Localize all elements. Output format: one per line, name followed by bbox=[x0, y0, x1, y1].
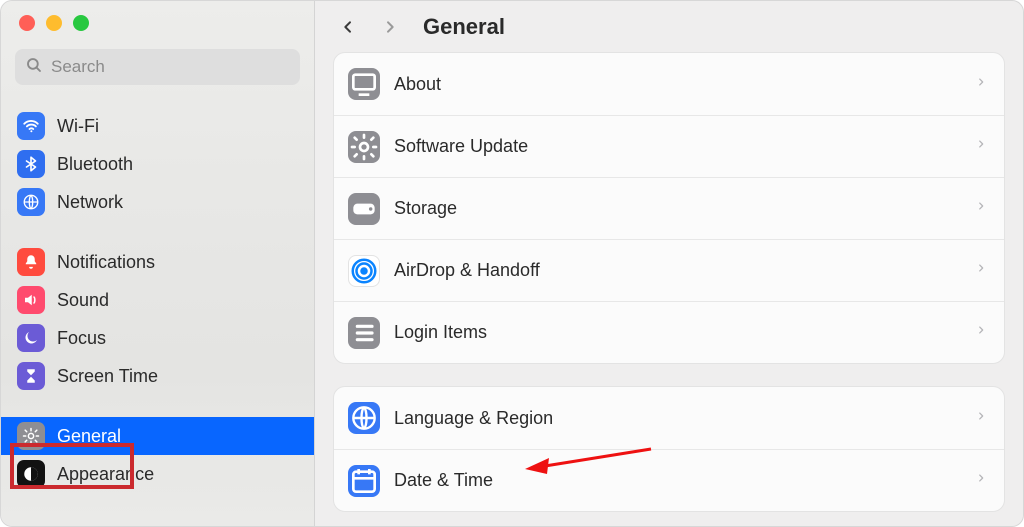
row-label: AirDrop & Handoff bbox=[394, 260, 962, 281]
sidebar-item-label: Bluetooth bbox=[57, 154, 133, 175]
sidebar-item-screentime[interactable]: Screen Time bbox=[1, 357, 314, 395]
sidebar-item-general[interactable]: General bbox=[1, 417, 314, 455]
search-icon bbox=[25, 56, 43, 79]
row-label: Software Update bbox=[394, 136, 962, 157]
calendar-icon bbox=[348, 465, 380, 497]
sidebar-item-network[interactable]: Network bbox=[1, 183, 314, 221]
row-software-update[interactable]: Software Update bbox=[334, 115, 1004, 177]
contrast-icon bbox=[17, 460, 45, 488]
bluetooth-icon bbox=[17, 150, 45, 178]
row-label: Language & Region bbox=[394, 408, 962, 429]
back-button[interactable] bbox=[333, 7, 363, 47]
sidebar-item-bluetooth[interactable]: Bluetooth bbox=[1, 145, 314, 183]
row-storage[interactable]: Storage bbox=[334, 177, 1004, 239]
sidebar-group-attention: Notifications Sound Focus bbox=[1, 237, 314, 411]
wifi-icon bbox=[17, 112, 45, 140]
gear-icon bbox=[17, 422, 45, 450]
main-header: General bbox=[315, 1, 1023, 52]
disk-icon bbox=[348, 193, 380, 225]
sidebar-item-label: Screen Time bbox=[57, 366, 158, 387]
zoom-button[interactable] bbox=[73, 15, 89, 31]
globe-icon bbox=[348, 402, 380, 434]
row-language-region[interactable]: Language & Region bbox=[334, 387, 1004, 449]
sidebar-item-sound[interactable]: Sound bbox=[1, 281, 314, 319]
sidebar-item-label: Appearance bbox=[57, 464, 154, 485]
sidebar-group-system: General Appearance bbox=[1, 411, 314, 493]
row-label: Login Items bbox=[394, 322, 962, 343]
search-wrap bbox=[1, 31, 314, 95]
hourglass-icon bbox=[17, 362, 45, 390]
row-label: About bbox=[394, 74, 962, 95]
sidebar-item-label: Wi-Fi bbox=[57, 116, 99, 137]
chevron-right-icon bbox=[976, 408, 986, 429]
settings-card-1: About Software Update Storage bbox=[333, 52, 1005, 364]
globe-icon bbox=[17, 188, 45, 216]
moon-icon bbox=[17, 324, 45, 352]
sidebar-item-appearance[interactable]: Appearance bbox=[1, 455, 314, 493]
sidebar-item-wifi[interactable]: Wi-Fi bbox=[1, 107, 314, 145]
sidebar-item-label: Focus bbox=[57, 328, 106, 349]
airdrop-icon bbox=[348, 255, 380, 287]
main-panel: General About Software Update bbox=[315, 1, 1023, 526]
sidebar-list: Wi-Fi Bluetooth Network bbox=[1, 95, 314, 493]
chevron-right-icon bbox=[976, 198, 986, 219]
chevron-right-icon bbox=[976, 74, 986, 95]
chevron-right-icon bbox=[976, 470, 986, 491]
search-input[interactable] bbox=[51, 57, 290, 77]
sidebar: Wi-Fi Bluetooth Network bbox=[1, 1, 315, 526]
bell-icon bbox=[17, 248, 45, 276]
chevron-right-icon bbox=[976, 136, 986, 157]
row-label: Storage bbox=[394, 198, 962, 219]
content-area: About Software Update Storage bbox=[315, 52, 1023, 526]
row-about[interactable]: About bbox=[334, 53, 1004, 115]
gear-icon bbox=[348, 131, 380, 163]
settings-card-2: Language & Region Date & Time bbox=[333, 386, 1005, 512]
sidebar-item-label: Network bbox=[57, 192, 123, 213]
close-button[interactable] bbox=[19, 15, 35, 31]
sidebar-item-label: Notifications bbox=[57, 252, 155, 273]
row-date-time[interactable]: Date & Time bbox=[334, 449, 1004, 511]
sidebar-item-notifications[interactable]: Notifications bbox=[1, 243, 314, 281]
speaker-icon bbox=[17, 286, 45, 314]
settings-window: Wi-Fi Bluetooth Network bbox=[0, 0, 1024, 527]
window-controls bbox=[1, 1, 314, 31]
forward-button[interactable] bbox=[375, 7, 405, 47]
sidebar-item-focus[interactable]: Focus bbox=[1, 319, 314, 357]
minimize-button[interactable] bbox=[46, 15, 62, 31]
sidebar-item-label: Sound bbox=[57, 290, 109, 311]
row-label: Date & Time bbox=[394, 470, 962, 491]
sidebar-item-label: General bbox=[57, 426, 121, 447]
chevron-right-icon bbox=[976, 322, 986, 343]
list-icon bbox=[348, 317, 380, 349]
search-field[interactable] bbox=[15, 49, 300, 85]
row-airdrop-handoff[interactable]: AirDrop & Handoff bbox=[334, 239, 1004, 301]
chevron-right-icon bbox=[976, 260, 986, 281]
display-icon bbox=[348, 68, 380, 100]
page-title: General bbox=[423, 14, 505, 40]
sidebar-group-network: Wi-Fi Bluetooth Network bbox=[1, 101, 314, 237]
row-login-items[interactable]: Login Items bbox=[334, 301, 1004, 363]
